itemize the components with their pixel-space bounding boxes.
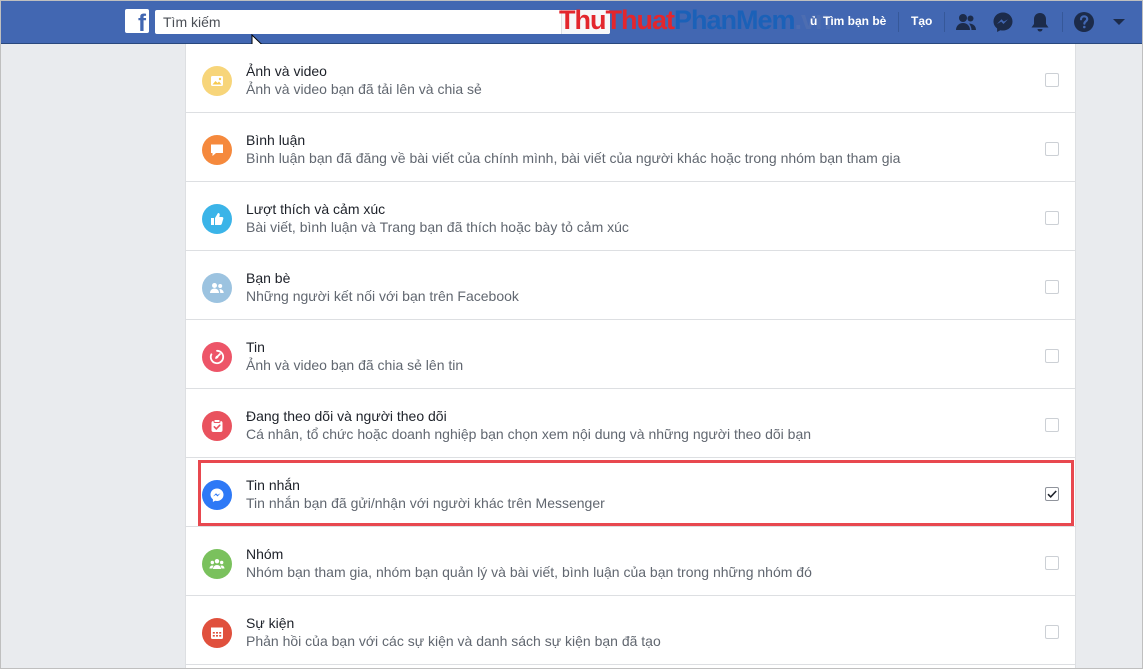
- stories-icon: [202, 342, 232, 372]
- row-checkbox[interactable]: [1045, 142, 1059, 156]
- row-checkbox[interactable]: [1045, 556, 1059, 570]
- row-title: Lượt thích và cảm xúc: [246, 201, 386, 217]
- row-description: Cá nhân, tổ chức hoặc doanh nghiệp bạn c…: [246, 426, 812, 442]
- data-category-list: Ảnh và video Ảnh và video bạn đã tải lên…: [185, 44, 1076, 669]
- nav-divider: [898, 12, 899, 32]
- watermark-logo: ThuThuatPhanMem.vn: [559, 5, 832, 36]
- list-item-photos-videos[interactable]: Ảnh và video Ảnh và video bạn đã tải lên…: [186, 44, 1075, 113]
- watermark-part: Mem: [736, 5, 796, 35]
- row-title: Nhóm: [246, 546, 284, 562]
- friends-icon: [202, 273, 232, 303]
- notifications-icon[interactable]: [1029, 11, 1051, 33]
- row-description: Ảnh và video bạn đã tải lên và chia sẻ: [246, 81, 482, 97]
- row-title: Bạn bè: [246, 270, 291, 286]
- list-item-stories[interactable]: Tin Ảnh và video bạn đã chia sẻ lên tin: [186, 320, 1075, 389]
- row-checkbox[interactable]: [1045, 625, 1059, 639]
- list-item-following-followers[interactable]: Đang theo dõi và người theo dõi Cá nhân,…: [186, 389, 1075, 458]
- friend-requests-icon[interactable]: [955, 11, 977, 33]
- groups-icon: [202, 549, 232, 579]
- row-description: Bình luận bạn đã đăng về bài viết của ch…: [246, 150, 901, 166]
- row-description: Nhóm bạn tham gia, nhóm bạn quản lý và b…: [246, 564, 812, 580]
- help-icon[interactable]: [1073, 11, 1095, 33]
- facebook-logo-icon[interactable]: f: [125, 9, 149, 37]
- row-description: Bài viết, bình luận và Trang bạn đã thíc…: [246, 219, 629, 235]
- messenger-icon[interactable]: [992, 11, 1014, 33]
- row-title: Bình luận: [246, 132, 306, 148]
- logo-letter: f: [138, 10, 146, 37]
- watermark-part: Thu: [559, 5, 606, 35]
- account-menu-icon[interactable]: [1108, 11, 1130, 33]
- row-checkbox[interactable]: [1045, 73, 1059, 87]
- watermark-part: Phan: [673, 5, 737, 35]
- row-title: Đang theo dõi và người theo dõi: [246, 408, 447, 424]
- list-item-events[interactable]: Sự kiện Phản hồi của bạn với các sự kiện…: [186, 596, 1075, 665]
- row-description: Ảnh và video bạn đã chia sẻ lên tin: [246, 357, 464, 373]
- list-item-likes-reactions[interactable]: Lượt thích và cảm xúc Bài viết, bình luậ…: [186, 182, 1075, 251]
- nav-link-partial[interactable]: ủ: [810, 14, 817, 28]
- highlight-annotation-box: [198, 460, 1074, 526]
- list-item-friends[interactable]: Bạn bè Những người kết nối với bạn trên …: [186, 251, 1075, 320]
- row-checkbox[interactable]: [1045, 349, 1059, 363]
- photos-icon: [202, 66, 232, 96]
- row-description: Những người kết nối với bạn trên Faceboo…: [246, 288, 519, 304]
- top-navigation-bar: f ThuThuatPhanMem.vn ủ Tìm bạn bè Tạo: [0, 0, 1143, 44]
- row-title: Tin: [246, 339, 265, 355]
- nav-link-find-friends[interactable]: Tìm bạn bè: [823, 14, 886, 28]
- row-checkbox[interactable]: [1045, 211, 1059, 225]
- list-item-groups[interactable]: Nhóm Nhóm bạn tham gia, nhóm bạn quản lý…: [186, 527, 1075, 596]
- row-title: Ảnh và video: [246, 63, 327, 79]
- nav-divider: [1062, 12, 1063, 32]
- following-icon: [202, 411, 232, 441]
- nav-link-create[interactable]: Tạo: [911, 14, 932, 28]
- nav-divider: [944, 12, 945, 32]
- events-icon: [202, 618, 232, 648]
- row-checkbox[interactable]: [1045, 418, 1059, 432]
- row-description: Phản hồi của bạn với các sự kiện và danh…: [246, 633, 661, 649]
- row-checkbox[interactable]: [1045, 280, 1059, 294]
- list-item-comments[interactable]: Bình luận Bình luận bạn đã đăng về bài v…: [186, 113, 1075, 182]
- search-input[interactable]: [155, 10, 610, 34]
- comment-icon: [202, 135, 232, 165]
- watermark-part: Thuat: [605, 5, 674, 35]
- like-icon: [202, 204, 232, 234]
- row-title: Sự kiện: [246, 615, 295, 631]
